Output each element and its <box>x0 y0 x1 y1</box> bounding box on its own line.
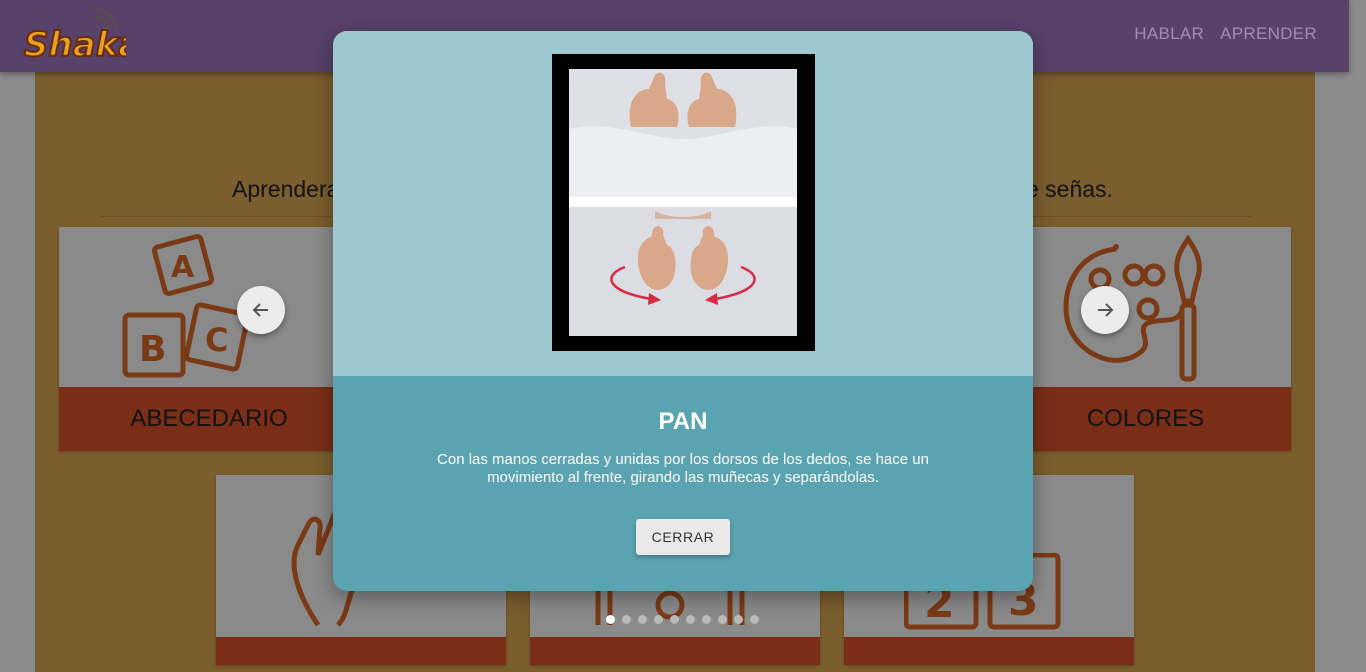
category-caption-hand <box>216 637 506 665</box>
abc-blocks-icon: A B C <box>122 234 249 378</box>
svg-text:B: B <box>139 329 166 370</box>
category-caption-family <box>530 637 820 665</box>
sign-detail-modal: PAN Con las manos cerradas y unidas por … <box>333 31 1033 591</box>
sign-title: PAN <box>658 408 708 435</box>
sign-illustration <box>569 69 797 336</box>
sign-image-frame <box>552 54 815 351</box>
carousel-dot[interactable] <box>718 615 727 624</box>
carousel-next-button[interactable] <box>1081 286 1129 334</box>
palette-icon <box>1063 234 1202 382</box>
carousel-dot[interactable] <box>638 615 647 624</box>
category-caption-numbers <box>844 637 1134 665</box>
nav-hablar-link[interactable]: HABLAR <box>1134 24 1204 44</box>
category-label-abecedario: ABECEDARIO <box>59 387 359 451</box>
carousel-dot[interactable] <box>750 615 759 624</box>
carousel-dot[interactable] <box>702 615 711 624</box>
arrow-left-icon <box>252 303 268 317</box>
sign-description: Con las manos cerradas y unidas por los … <box>437 451 929 486</box>
svg-text:C: C <box>205 321 228 359</box>
carousel-dot[interactable] <box>622 615 631 624</box>
carousel-dot[interactable] <box>670 615 679 624</box>
close-button[interactable]: CERRAR <box>636 519 730 555</box>
carousel-dot[interactable] <box>654 615 663 624</box>
category-card-colores[interactable]: COLORES <box>1000 227 1291 451</box>
svg-text:A: A <box>171 250 195 285</box>
carousel-indicators <box>606 615 759 624</box>
carousel-prev-button[interactable] <box>237 286 285 334</box>
carousel-dot[interactable] <box>606 615 615 624</box>
carousel-dot[interactable] <box>734 615 743 624</box>
intro-text-left: Aprendera <box>232 176 340 202</box>
sign-photo <box>569 69 797 336</box>
intro-text-right: e señas. <box>1026 176 1113 202</box>
category-card-abecedario[interactable]: A B C ABECEDARIO <box>59 227 359 451</box>
nav-aprender-link[interactable]: APRENDER <box>1220 24 1317 44</box>
shaka-logo[interactable]: Shaka <box>22 4 142 66</box>
svg-text:Shaka: Shaka <box>24 25 126 65</box>
category-label-colores: COLORES <box>1000 387 1291 451</box>
carousel-dot[interactable] <box>686 615 695 624</box>
arrow-right-icon <box>1098 303 1114 317</box>
modal-image-area <box>333 31 1033 376</box>
shaka-logo-icon: Shaka <box>23 7 142 66</box>
